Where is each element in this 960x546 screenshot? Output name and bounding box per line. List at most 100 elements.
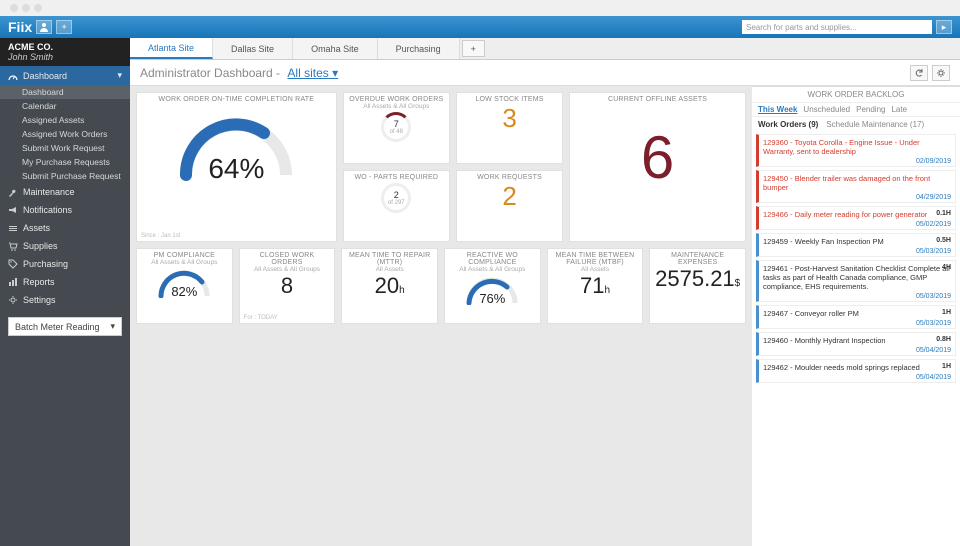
card-offline[interactable]: CURRENT OFFLINE ASSETS 6: [569, 92, 746, 242]
gauge-value: 64%: [141, 153, 332, 185]
card-mttr[interactable]: MEAN TIME TO REPAIR (MTTR) All Assets 20…: [341, 248, 438, 324]
dashboard-header: Administrator Dashboard - All sites ▾: [130, 60, 960, 86]
backlog-tabs: This Week Unscheduled Pending Late: [752, 103, 960, 117]
refresh-button[interactable]: [910, 65, 928, 81]
all-sites-link[interactable]: All sites ▾: [287, 66, 338, 80]
card-title: WORK ORDER ON-TIME COMPLETION RATE: [141, 96, 332, 103]
search-input[interactable]: Search for parts and supplies...: [742, 20, 932, 34]
nav-sub-assigned-assets[interactable]: Assigned Assets: [0, 113, 130, 127]
search-go-button[interactable]: ▸: [936, 20, 952, 34]
card-title: CLOSED WORK ORDERS: [244, 252, 331, 266]
backlog-item[interactable]: 4H129461 - Post-Harvest Sanitation Check…: [756, 260, 956, 302]
backlog-title: WORK ORDER BACKLOG: [752, 87, 960, 103]
nav-sub-submit-work-request[interactable]: Submit Work Request: [0, 141, 130, 155]
donut-value: 7: [394, 119, 399, 129]
nav-sub-calendar[interactable]: Calendar: [0, 99, 130, 113]
backlog-hours: 1H: [942, 363, 951, 370]
nav-dashboard[interactable]: Dashboard ▾: [0, 66, 130, 85]
cart-icon: [8, 241, 18, 251]
tab-add[interactable]: +: [462, 40, 485, 57]
donut-total: of 48: [390, 129, 403, 135]
user-icon-button[interactable]: [36, 20, 52, 34]
donut-value: 2: [394, 190, 399, 200]
backlog-sm-count[interactable]: Schedule Maintenance (17): [826, 120, 924, 129]
backlog-hours: 4H: [942, 264, 951, 271]
chart-icon: [8, 277, 18, 287]
card-reactive[interactable]: REACTIVE WO COMPLIANCE All Assets & All …: [444, 248, 541, 324]
backlog-item[interactable]: 1H129462 - Moulder needs mold springs re…: [756, 359, 956, 383]
metric-value: 8: [244, 273, 331, 299]
nav-sub-assigned-work-orders[interactable]: Assigned Work Orders: [0, 127, 130, 141]
nav-sub-dashboard[interactable]: Dashboard: [0, 85, 130, 99]
traffic-min[interactable]: [22, 4, 30, 12]
card-pm[interactable]: PM COMPLIANCE All Assets & All Groups 82…: [136, 248, 233, 324]
card-footnote: For : TODAY: [244, 315, 278, 321]
backlog-item[interactable]: 1H129467 - Conveyor roller PM05/03/2019: [756, 305, 956, 329]
donut-chart: 2 of 297: [381, 183, 411, 213]
card-wopart[interactable]: WO - PARTS REQUIRED 2 of 297: [343, 170, 450, 242]
sidebar: ACME CO. John Smith Dashboard ▾ Dashboar…: [0, 38, 130, 546]
nav-assets[interactable]: Assets: [0, 219, 130, 237]
nav-sub-submit-purchase-request[interactable]: Submit Purchase Request: [0, 169, 130, 183]
backlog-tab-thisweek[interactable]: This Week: [758, 105, 797, 114]
traffic-max[interactable]: [34, 4, 42, 12]
metric-unit: h: [604, 285, 610, 296]
nav-settings[interactable]: Settings: [0, 291, 130, 309]
tab-purchasing[interactable]: Purchasing: [378, 38, 460, 59]
nav-maintenance[interactable]: Maintenance: [0, 183, 130, 201]
card-subtitle: All Assets & All Groups: [449, 266, 536, 273]
card-overdue[interactable]: OVERDUE WORK ORDERS All Assets & All Gro…: [343, 92, 450, 164]
app-window: Fiix + Search for parts and supplies... …: [0, 0, 960, 546]
nav-reports[interactable]: Reports: [0, 273, 130, 291]
backlog-item[interactable]: 0.8H129460 - Monthly Hydrant Inspection0…: [756, 332, 956, 356]
tab-omaha[interactable]: Omaha Site: [293, 38, 378, 59]
settings-button[interactable]: [932, 65, 950, 81]
backlog-item[interactable]: 0.5H129459 - Weekly Fan Inspection PM05/…: [756, 233, 956, 257]
backlog-item-date: 05/03/2019: [916, 293, 951, 300]
batch-meter-select[interactable]: Batch Meter Reading ▾: [8, 317, 122, 336]
main-area: Atlanta Site Dallas Site Omaha Site Purc…: [130, 38, 960, 546]
card-mtbf[interactable]: MEAN TIME BETWEEN FAILURE (MTBF) All Ass…: [547, 248, 644, 324]
backlog-tab-pending[interactable]: Pending: [856, 105, 885, 114]
gauge-value: 82%: [141, 284, 228, 299]
backlog-wo-count[interactable]: Work Orders (9): [758, 120, 818, 129]
nav-purchasing[interactable]: Purchasing: [0, 255, 130, 273]
backlog-tab-late[interactable]: Late: [891, 105, 907, 114]
metric-value: 20: [375, 273, 399, 298]
traffic-close[interactable]: [10, 4, 18, 12]
backlog-item-title: 129460 - Monthly Hydrant Inspection: [763, 336, 951, 345]
card-lowstock[interactable]: LOW STOCK ITEMS 3: [456, 92, 563, 164]
backlog-item-title: 129466 - Daily meter reading for power g…: [763, 210, 951, 219]
card-ontime[interactable]: WORK ORDER ON-TIME COMPLETION RATE 64% S…: [136, 92, 337, 242]
tag-icon: [8, 259, 18, 269]
nav-supplies[interactable]: Supplies: [0, 237, 130, 255]
user-icon: [39, 22, 49, 32]
nav-sub-my-purchase-requests[interactable]: My Purchase Requests: [0, 155, 130, 169]
add-button[interactable]: +: [56, 20, 72, 34]
backlog-item[interactable]: 129450 - Blender trailer was damaged on …: [756, 170, 956, 203]
nav-label: Assets: [23, 223, 50, 233]
card-workreq[interactable]: WORK REQUESTS 2: [456, 170, 563, 242]
card-title: MAINTENANCE EXPENSES: [654, 252, 741, 266]
tab-atlanta[interactable]: Atlanta Site: [130, 38, 213, 59]
card-closed[interactable]: CLOSED WORK ORDERS All Assets & All Grou…: [239, 248, 336, 324]
backlog-tab-unscheduled[interactable]: Unscheduled: [803, 105, 850, 114]
backlog-item[interactable]: 0.1H129466 - Daily meter reading for pow…: [756, 206, 956, 230]
nav-label: Supplies: [23, 241, 58, 251]
card-subtitle: All Assets & All Groups: [348, 103, 445, 110]
metric-unit: $: [735, 278, 741, 289]
card-subtitle: All Assets: [552, 266, 639, 273]
backlog-item-date: 05/03/2019: [916, 320, 951, 327]
backlog-item[interactable]: 129360 - Toyota Corolla - Engine Issue -…: [756, 134, 956, 167]
nav-notifications[interactable]: Notifications: [0, 201, 130, 219]
app-logo: Fiix: [8, 19, 32, 35]
donut-total: of 297: [388, 200, 405, 206]
backlog-item-title: 129459 - Weekly Fan Inspection PM: [763, 237, 951, 246]
backlog-list[interactable]: 129360 - Toyota Corolla - Engine Issue -…: [752, 132, 960, 546]
backlog-item-title: 129450 - Blender trailer was damaged on …: [763, 174, 951, 192]
top-bar: Fiix + Search for parts and supplies... …: [0, 16, 960, 38]
nav-label: Purchasing: [23, 259, 68, 269]
card-expenses[interactable]: MAINTENANCE EXPENSES 2575.21$: [649, 248, 746, 324]
card-title: LOW STOCK ITEMS: [461, 96, 558, 103]
tab-dallas[interactable]: Dallas Site: [213, 38, 293, 59]
